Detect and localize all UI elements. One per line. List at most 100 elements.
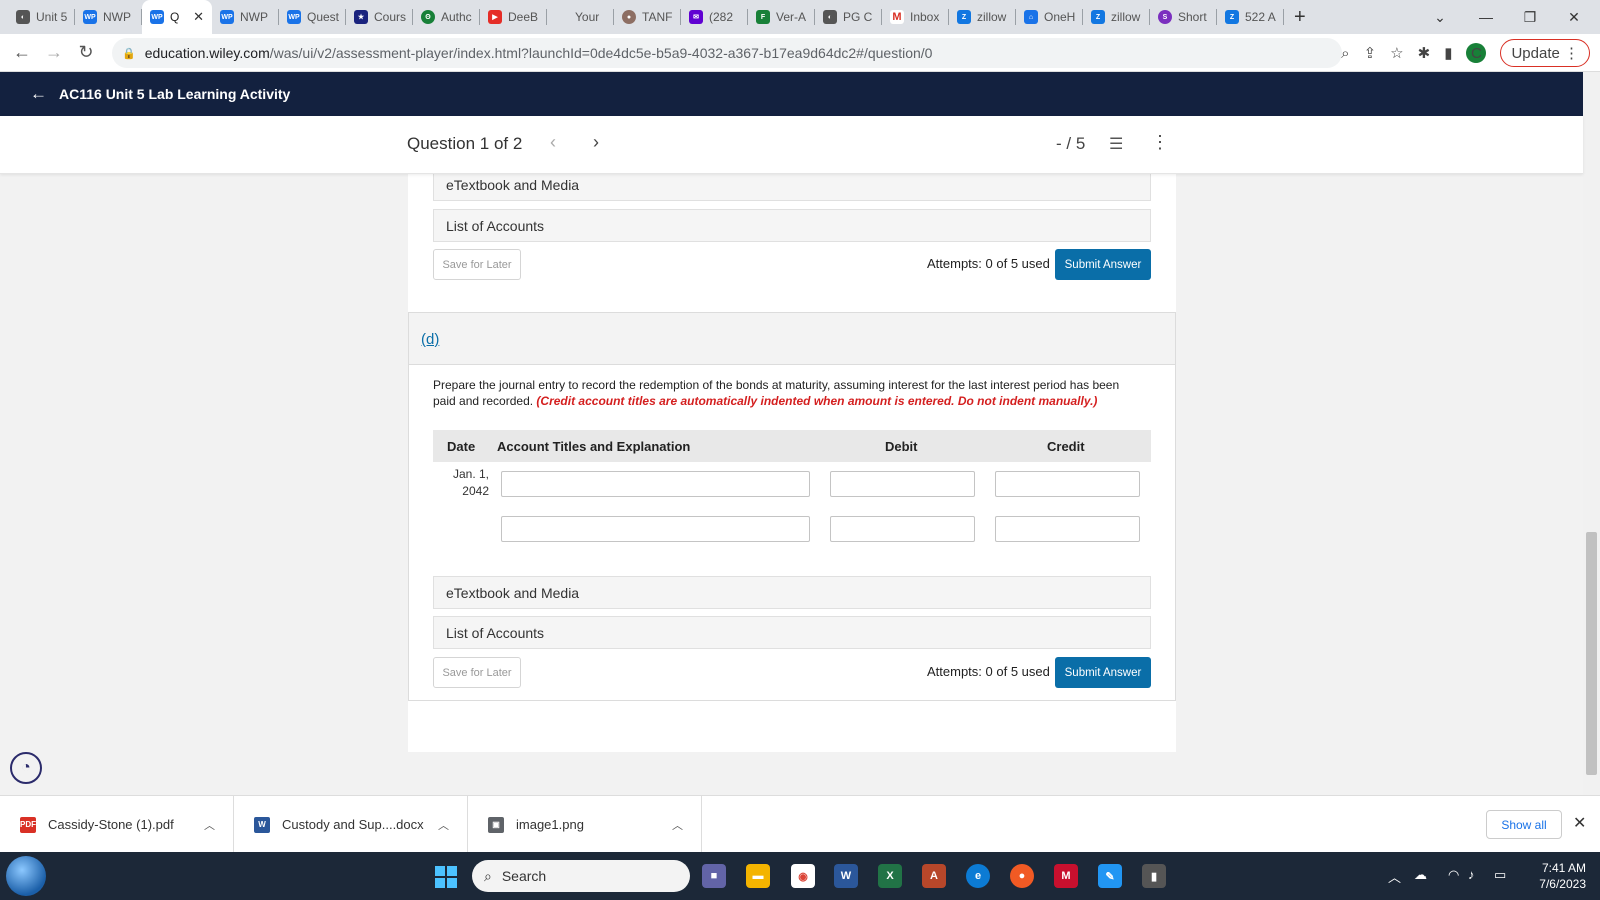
bookmark-star-icon[interactable]: ☆	[1390, 44, 1403, 62]
part-label[interactable]: (d)	[421, 331, 439, 348]
edge-icon[interactable]: e	[966, 864, 990, 888]
debit-input[interactable]	[830, 516, 975, 542]
debit-input[interactable]	[830, 471, 975, 497]
browser-tab[interactable]: WP NWP	[75, 0, 142, 34]
onedrive-icon[interactable]: ☁	[1414, 867, 1427, 883]
submit-answer-button[interactable]: Submit Answer	[1055, 657, 1151, 688]
taskbar-search-box[interactable]: ⌕ Search	[472, 860, 690, 892]
browser-tab[interactable]: ★ Cours	[346, 0, 413, 34]
browser-tab[interactable]: ◐ PG C	[815, 0, 882, 34]
wifi-icon[interactable]: ◠	[1448, 867, 1459, 883]
browser-tab[interactable]: WP Quest	[279, 0, 346, 34]
entry-date-line1: Jan. 1,	[452, 467, 489, 481]
list-of-accounts-panel[interactable]: List of Accounts	[433, 616, 1151, 649]
blank-icon	[555, 10, 569, 24]
minimize-icon[interactable]: —	[1464, 0, 1508, 34]
share-icon[interactable]: ⇪	[1364, 44, 1377, 62]
previous-question-chevron-icon[interactable]: ‹	[550, 132, 556, 153]
entry-date: Jan. 1, 2042	[435, 466, 489, 500]
save-for-later-button[interactable]: Save for Later	[433, 657, 521, 688]
chevron-up-icon[interactable]: ︿	[204, 817, 215, 833]
window-close-icon[interactable]: ✕	[1552, 0, 1596, 34]
file-explorer-icon[interactable]: ▬	[746, 864, 770, 888]
zoom-icon[interactable]: ⌕	[1341, 45, 1349, 62]
extensions-icon[interactable]: ✱	[1418, 44, 1431, 62]
browser-tab[interactable]: F Ver-A	[748, 0, 815, 34]
chevron-up-icon[interactable]: ︿	[438, 817, 449, 833]
chrome-icon[interactable]: ◉	[791, 864, 815, 888]
tab-title: Unit 5	[36, 10, 68, 24]
save-for-later-button[interactable]: Save for Later	[433, 249, 521, 280]
browser-tab[interactable]: ✉ (282	[681, 0, 748, 34]
scrollbar-thumb[interactable]	[1586, 532, 1597, 775]
account-title-input[interactable]	[501, 471, 810, 497]
volume-icon[interactable]: ♪	[1468, 867, 1475, 882]
browser-tab[interactable]: ◐ Unit 5	[8, 0, 75, 34]
browser-tab[interactable]: Z 522 A	[1217, 0, 1284, 34]
page-scrollbar[interactable]	[1583, 72, 1600, 795]
mcafee-icon[interactable]: M	[1054, 864, 1078, 888]
side-panel-icon[interactable]: ▮	[1444, 44, 1452, 62]
more-options-icon[interactable]: ⋮	[1151, 132, 1169, 153]
browser-tab[interactable]: S Short	[1150, 0, 1217, 34]
back-icon[interactable]: ←	[6, 42, 38, 63]
cookie-settings-icon[interactable]: ◔	[10, 752, 42, 784]
zillow-icon: Z	[957, 10, 971, 24]
attempts-counter: Attempts: 0 of 5 used	[927, 664, 1050, 679]
url-host: education.wiley.com	[144, 45, 270, 61]
question-list-icon[interactable]: ☰	[1109, 134, 1123, 154]
word-icon[interactable]: W	[834, 864, 858, 888]
chevron-up-icon[interactable]: ︿	[672, 817, 683, 833]
browser-tab[interactable]: ▶ DeeB	[480, 0, 547, 34]
profile-avatar[interactable]: C	[1466, 43, 1487, 63]
back-arrow-icon[interactable]: ←	[30, 84, 47, 104]
new-tab-icon[interactable]: +	[1294, 6, 1306, 29]
browser-tab[interactable]: ⌂ OneH	[1016, 0, 1083, 34]
start-orb-icon[interactable]	[6, 856, 46, 896]
credit-input[interactable]	[995, 516, 1140, 542]
etextbook-media-panel[interactable]: eTextbook and Media	[433, 576, 1151, 609]
close-tab-icon[interactable]: ✕	[193, 9, 204, 25]
browser-tab[interactable]: Z zillow	[949, 0, 1016, 34]
submit-answer-button[interactable]: Submit Answer	[1055, 249, 1151, 280]
browser-tab[interactable]: ● TANF	[614, 0, 681, 34]
browser-tab[interactable]: Z zillow	[1083, 0, 1150, 34]
browser-tab[interactable]: M Inbox	[882, 0, 949, 34]
restore-icon[interactable]: ❐	[1508, 0, 1552, 34]
short-icon: S	[1158, 10, 1172, 24]
close-downloads-icon[interactable]: ✕	[1573, 813, 1586, 833]
battery-icon[interactable]: ▭	[1494, 867, 1506, 883]
windows-start-icon[interactable]	[435, 866, 457, 888]
teams-icon[interactable]: ■	[702, 864, 726, 888]
forward-icon[interactable]: →	[38, 42, 70, 63]
tab-search-icon[interactable]: ⌄	[1418, 0, 1462, 34]
taskbar-clock[interactable]: 7:41 AM 7/6/2023	[1520, 860, 1586, 892]
list-of-accounts-panel[interactable]: List of Accounts	[433, 209, 1151, 242]
download-item[interactable]: PDF Cassidy-Stone (1).pdf ︿	[0, 796, 234, 853]
browser-tab[interactable]: WP NWP	[212, 0, 279, 34]
tray-overflow-icon[interactable]: ︿	[1388, 867, 1401, 886]
next-question-chevron-icon[interactable]: ›	[593, 132, 599, 153]
show-all-button[interactable]: Show all	[1486, 810, 1562, 839]
tab-title: NWP	[240, 10, 268, 24]
excel-icon[interactable]: X	[878, 864, 902, 888]
update-button[interactable]: Update ⋮	[1500, 39, 1590, 67]
credit-input[interactable]	[995, 471, 1140, 497]
save-label: Save for Later	[442, 258, 512, 271]
download-item[interactable]: ▣ image1.png ︿	[468, 796, 702, 853]
windows-taskbar: ⌕ Search ■ ▬ ◉ W X A e ● M ✎ ▮ ︿ ☁ ◠ ♪ ▭…	[0, 852, 1600, 900]
browser-tab-active[interactable]: WP Q ✕	[142, 0, 212, 34]
access-icon[interactable]: A	[922, 864, 946, 888]
etextbook-label: eTextbook and Media	[446, 584, 580, 601]
reload-icon[interactable]: ↻	[70, 42, 102, 63]
pdf-file-icon: PDF	[20, 816, 36, 833]
active-app-icon[interactable]: ▮	[1142, 864, 1166, 888]
tab-title: PG C	[843, 10, 873, 24]
account-title-input[interactable]	[501, 516, 810, 542]
browser-tab[interactable]: Your	[547, 0, 614, 34]
app-icon[interactable]: ●	[1010, 864, 1034, 888]
url-input[interactable]: 🔒 education.wiley.com/was/ui/v2/assessme…	[112, 38, 1342, 68]
download-item[interactable]: W Custody and Sup....docx ︿	[234, 796, 468, 853]
paint-icon[interactable]: ✎	[1098, 864, 1122, 888]
browser-tab[interactable]: ʘ Authc	[413, 0, 480, 34]
